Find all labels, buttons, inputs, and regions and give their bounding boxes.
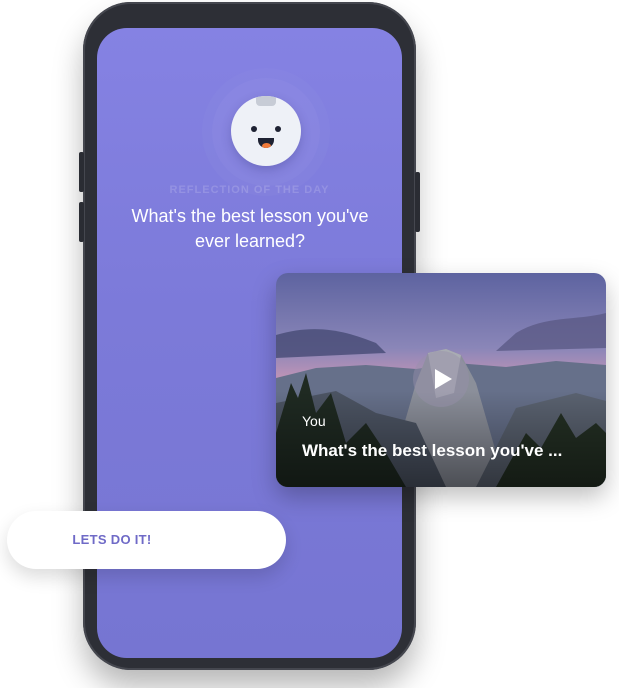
play-button[interactable] (413, 351, 469, 407)
robot-cap (256, 96, 276, 106)
reflection-overline: REFLECTION OF THE DAY (169, 184, 330, 196)
lets-do-it-label: LETS DO IT! (72, 532, 152, 547)
video-author: You (302, 413, 326, 429)
phone-volume-button (79, 152, 84, 192)
lets-do-it-button[interactable]: LETS DO IT! (7, 511, 286, 569)
phone-power-button (415, 172, 420, 232)
phone-volume-button (79, 202, 84, 242)
robot-left-eye (251, 126, 257, 132)
video-card[interactable]: You What's the best lesson you've ... (276, 273, 606, 487)
play-icon (435, 369, 452, 389)
robot-right-eye (275, 126, 281, 132)
reflection-question: What's the best lesson you've ever learn… (131, 206, 369, 251)
video-title: What's the best lesson you've ... (302, 441, 563, 460)
robot-mouth (258, 138, 274, 148)
smiling-robot-icon (231, 96, 301, 166)
